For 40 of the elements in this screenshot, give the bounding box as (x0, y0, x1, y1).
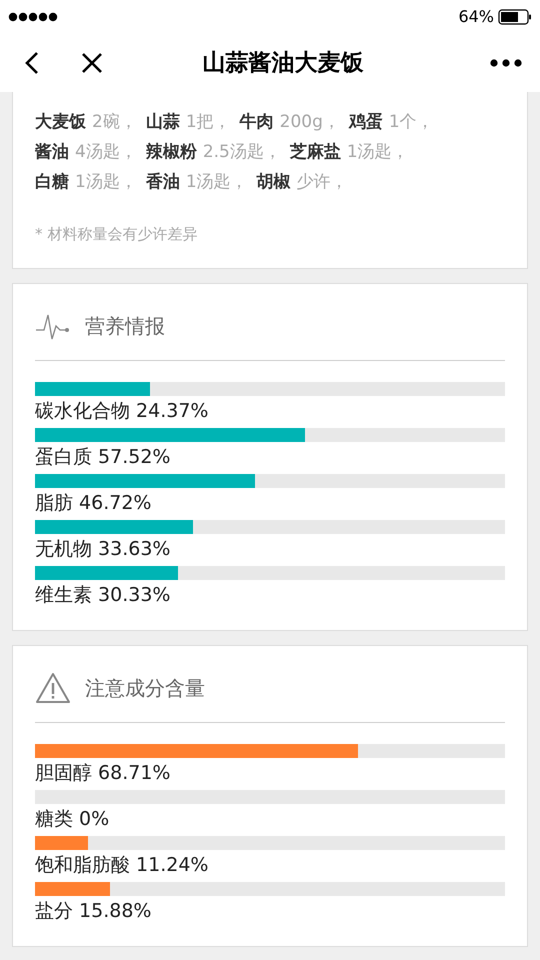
section-title: 营养情报 (85, 312, 165, 340)
ingredient-name: 山蒜 (146, 111, 180, 134)
ingredient-name: 牛肉 (240, 111, 274, 134)
ingredient-name: 胡椒 (256, 171, 291, 194)
progress-label: 胆固醇 68.71% (35, 760, 172, 786)
more-icon (490, 59, 522, 67)
ingredient-amount: 1汤匙， (75, 171, 137, 194)
ingredient-amount: 少许， (296, 171, 348, 194)
ingredient-name: 鸡蛋 (348, 111, 383, 134)
ingredient-name: 芝麻盐 (290, 141, 341, 164)
ingredient-name: 酱油 (35, 141, 69, 164)
ingredient-note: * 材料称量会有少许差异 (35, 224, 198, 245)
battery-percent: 64% (458, 6, 494, 28)
ingredient-name: 香油 (146, 171, 180, 194)
ingredient-name: 大麦饭 (35, 111, 86, 134)
battery-icon (498, 9, 532, 25)
close-icon (81, 52, 103, 74)
section-title: 注意成分含量 (85, 674, 205, 702)
ingredient-amount: 1个， (388, 111, 434, 134)
progress-label: 糖类 0% (35, 806, 110, 832)
ingredient-amount: 2碗， (92, 111, 137, 134)
page-title: 山蒜酱油大麦饭 (202, 48, 364, 78)
ingredient-amount: 200g， (280, 111, 340, 134)
ingredient-name: 白糖 (35, 171, 69, 194)
ingredient-amount: 1汤匙， (186, 171, 248, 194)
progress-label: 饱和脂肪酸 11.24% (35, 852, 210, 878)
progress-label: 碳水化合物 24.37% (35, 398, 210, 424)
ingredient-amount: 2.5汤匙， (202, 141, 281, 164)
ingredient-amount: 1把， (186, 111, 231, 134)
ingredient-name: 辣椒粉 (146, 141, 197, 164)
progress-label: 盐分 15.88% (35, 898, 152, 924)
signal-icon (8, 12, 58, 22)
progress-label: 无机物 33.63% (35, 536, 172, 562)
back-icon (25, 51, 39, 75)
progress-label: 蛋白质 57.52% (35, 444, 172, 470)
progress-label: 脂肪 46.72% (35, 490, 152, 516)
progress-label: 维生素 30.33% (35, 582, 172, 608)
ingredient-amount: 4汤匙， (75, 141, 137, 164)
ingredient-amount: 1汤匙， (346, 141, 409, 164)
warning-icon (35, 672, 71, 704)
